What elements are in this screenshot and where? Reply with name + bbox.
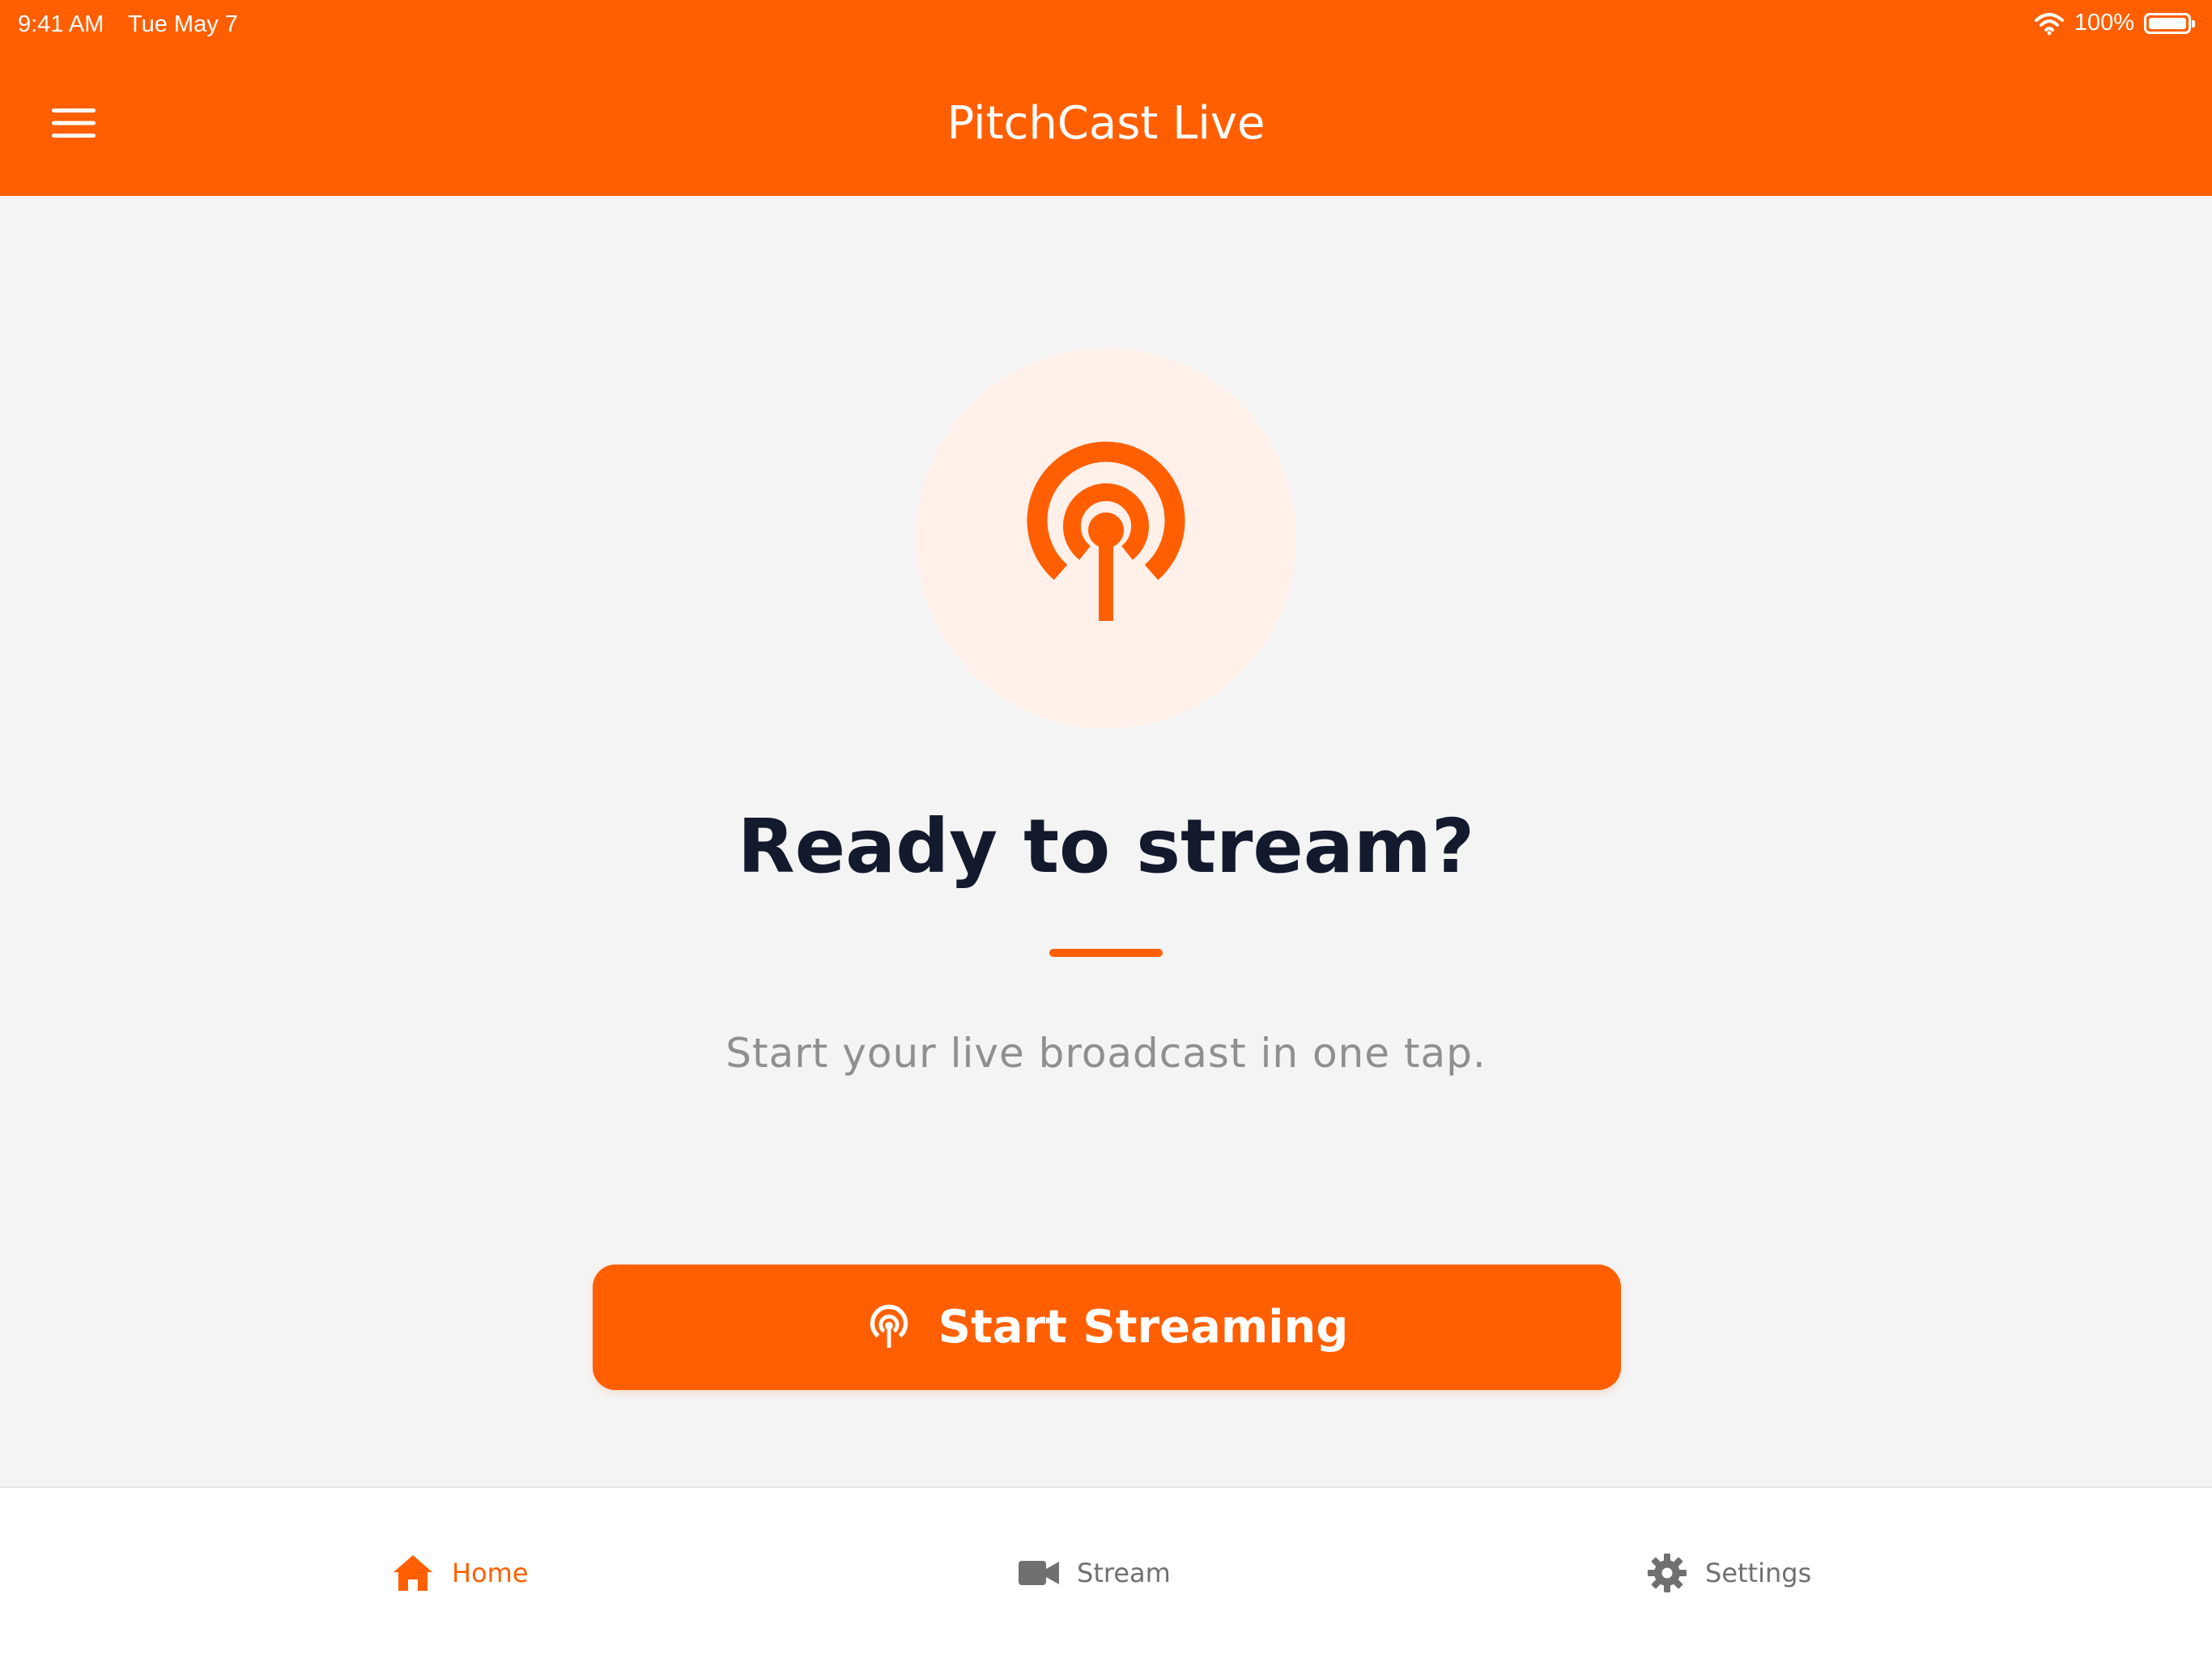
broadcast-icon <box>870 1304 908 1348</box>
battery-icon <box>2144 12 2195 34</box>
tab-settings[interactable]: Settings <box>1647 1546 1811 1600</box>
battery-level <box>2149 17 2186 29</box>
tab-stream-label: Stream <box>1077 1558 1171 1588</box>
subtitle: Start your live broadcast in one tap. <box>725 1030 1487 1077</box>
start-streaming-button[interactable]: Start Streaming <box>593 1265 1621 1390</box>
headline: Ready to stream? <box>737 803 1475 890</box>
accent-divider <box>1049 949 1163 957</box>
status-date: Tue May 7 <box>127 11 238 37</box>
video-camera-icon <box>1019 1561 1059 1585</box>
header: 9:41 AM Tue May 7 100% PitchCast Live <box>0 0 2212 196</box>
main-content: Ready to stream? Start your live broadca… <box>0 196 2212 1486</box>
gear-icon <box>1648 1554 1687 1592</box>
status-left: 9:41 AM Tue May 7 <box>18 11 256 38</box>
nav-bar: PitchCast Live <box>0 52 2212 196</box>
tab-bar: Home Stream Settings <box>0 1486 2212 1658</box>
hero-icon-circle <box>916 348 1296 729</box>
app-title: PitchCast Live <box>946 97 1266 150</box>
broadcast-icon <box>1027 441 1185 621</box>
home-icon <box>393 1555 432 1591</box>
tab-stream[interactable]: Stream <box>1019 1546 1171 1600</box>
wifi-icon <box>2034 12 2064 35</box>
status-time: 9:41 AM <box>18 11 104 37</box>
start-streaming-label: Start Streaming <box>938 1301 1349 1354</box>
battery-cap <box>2192 19 2195 28</box>
status-bar: 9:41 AM Tue May 7 100% <box>0 0 2212 52</box>
tab-home-label: Home <box>452 1558 529 1588</box>
tab-settings-label: Settings <box>1705 1558 1812 1588</box>
tab-home[interactable]: Home <box>392 1546 529 1600</box>
battery-percentage: 100% <box>2074 10 2134 36</box>
app-screen: 9:41 AM Tue May 7 100% PitchCast Live Re… <box>0 0 2212 1658</box>
status-right: 100% <box>2034 10 2195 36</box>
